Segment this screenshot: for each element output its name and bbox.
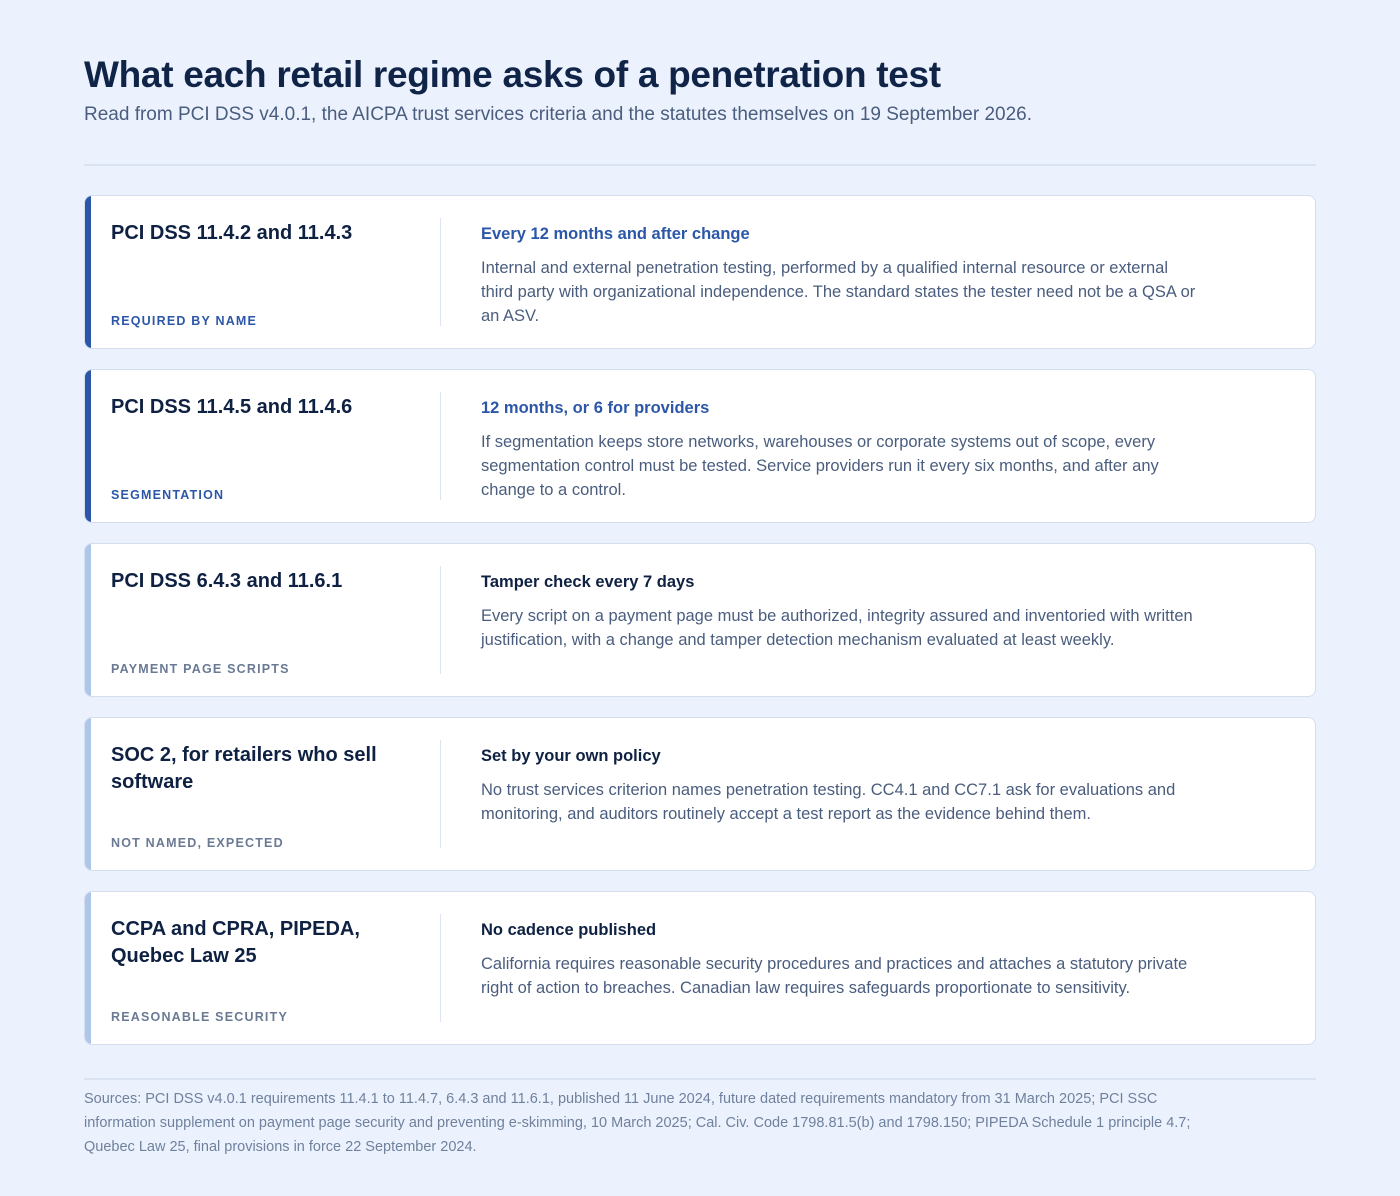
header-divider <box>84 164 1316 166</box>
card-accent-bar <box>85 544 91 696</box>
sources-note: Sources: PCI DSS v4.0.1 requirements 11.… <box>84 1091 1191 1155</box>
regime-tag: SEGMENTATION <box>111 488 225 502</box>
regime-cadence: Set by your own policy <box>481 747 661 765</box>
regime-cadence: 12 months, or 6 for providers <box>481 399 710 417</box>
regime-details: 12 months, or 6 for providers If segment… <box>481 398 1201 502</box>
regime-cadence: Tamper check every 7 days <box>481 573 695 591</box>
card-divider <box>440 914 441 1022</box>
card-divider <box>440 392 441 500</box>
regime-header: PCI DSS 11.4.2 and 11.4.3 REQUIRED BY NA… <box>111 220 401 328</box>
regime-name: PCI DSS 11.4.5 and 11.4.6 <box>111 396 353 418</box>
regime-description: California requires reasonable security … <box>481 955 1188 997</box>
regime-tag: PAYMENT PAGE SCRIPTS <box>111 662 290 676</box>
regime-cadence: Every 12 months and after change <box>481 225 750 243</box>
regime-name: PCI DSS 6.4.3 and 11.6.1 <box>111 570 343 592</box>
card-divider <box>440 740 441 848</box>
card-accent-bar <box>85 196 91 348</box>
regime-header: CCPA and CPRA, PIPEDA, Quebec Law 25 REA… <box>111 916 401 1024</box>
page-subtitle: Read from PCI DSS v4.0.1, the AICPA trus… <box>84 104 1033 125</box>
footer-divider <box>84 1078 1316 1080</box>
regime-card: SOC 2, for retailers who sell software N… <box>84 717 1316 871</box>
card-divider <box>440 566 441 674</box>
regime-description: If segmentation keeps store networks, wa… <box>481 433 1159 499</box>
regime-header: PCI DSS 6.4.3 and 11.6.1 PAYMENT PAGE SC… <box>111 568 401 676</box>
card-divider <box>440 218 441 326</box>
page-title: What each retail regime asks of a penetr… <box>84 54 941 95</box>
regime-card: CCPA and CPRA, PIPEDA, Quebec Law 25 REA… <box>84 891 1316 1045</box>
card-accent-bar <box>85 892 91 1044</box>
card-accent-bar <box>85 718 91 870</box>
regime-description: Internal and external penetration testin… <box>481 259 1196 325</box>
regime-header: PCI DSS 11.4.5 and 11.4.6 SEGMENTATION <box>111 394 401 502</box>
card-accent-bar <box>85 370 91 522</box>
regime-name: CCPA and CPRA, PIPEDA, Quebec Law 25 <box>111 918 360 967</box>
regime-header: SOC 2, for retailers who sell software N… <box>111 742 401 850</box>
regime-details: Set by your own policy No trust services… <box>481 746 1201 826</box>
regime-name: PCI DSS 11.4.2 and 11.4.3 <box>111 222 353 244</box>
regime-tag: NOT NAMED, EXPECTED <box>111 836 284 850</box>
regime-tag: REQUIRED BY NAME <box>111 314 258 328</box>
regime-card: PCI DSS 11.4.5 and 11.4.6 SEGMENTATION 1… <box>84 369 1316 523</box>
regime-description: No trust services criterion names penetr… <box>481 781 1176 823</box>
regime-tag: REASONABLE SECURITY <box>111 1010 288 1024</box>
regime-details: Every 12 months and after change Interna… <box>481 224 1201 328</box>
regime-name: SOC 2, for retailers who sell software <box>111 744 377 793</box>
regime-description: Every script on a payment page must be a… <box>481 607 1193 649</box>
regime-details: No cadence published California requires… <box>481 920 1201 1000</box>
regime-cadence: No cadence published <box>481 921 657 939</box>
regime-details: Tamper check every 7 days Every script o… <box>481 572 1201 652</box>
regime-card: PCI DSS 11.4.2 and 11.4.3 REQUIRED BY NA… <box>84 195 1316 349</box>
regime-card: PCI DSS 6.4.3 and 11.6.1 PAYMENT PAGE SC… <box>84 543 1316 697</box>
